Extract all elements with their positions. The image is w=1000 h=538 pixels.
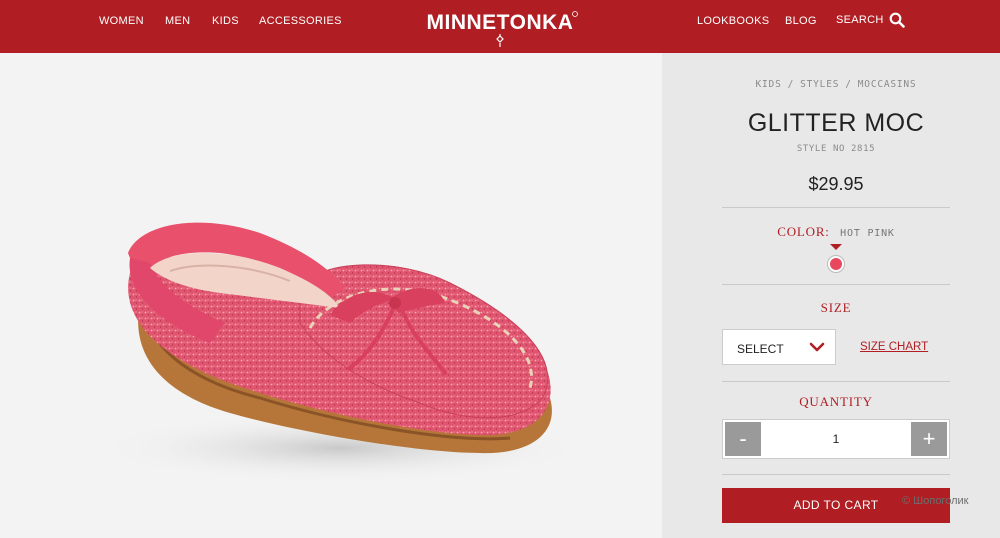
search-label: SEARCH <box>836 14 884 26</box>
breadcrumb-kids[interactable]: KIDS <box>756 79 782 90</box>
nav-lookbooks[interactable]: LOOKBOOKS <box>697 15 769 27</box>
swatch-fill <box>830 258 842 270</box>
size-select[interactable]: SELECT <box>722 329 836 365</box>
quantity-stepper: - 1 + <box>722 419 950 459</box>
size-label: SIZE <box>820 300 852 315</box>
quantity-value[interactable]: 1 <box>763 432 909 446</box>
minnetonka-logo[interactable]: MINNETONKA <box>420 8 580 50</box>
selected-color-caret-icon <box>830 244 842 250</box>
svg-text:MINNETONKA: MINNETONKA <box>427 11 574 34</box>
product-image <box>0 53 662 538</box>
product-details-panel: KIDS / STYLES / MOCCASINS GLITTER MOC STYLE … <box>662 53 1000 538</box>
breadcrumb-styles[interactable]: STYLES <box>800 79 839 90</box>
product-title: GLITTER MOC <box>747 109 925 137</box>
color-row: COLOR: HOT PINK <box>662 223 1000 241</box>
search-button[interactable]: SEARCH <box>836 12 905 28</box>
watermark: © Шопоголик <box>902 495 969 507</box>
divider <box>722 474 950 475</box>
divider <box>722 284 950 285</box>
logo-mark: MINNETONKA <box>427 11 578 47</box>
color-swatch-hot-pink[interactable] <box>827 255 845 273</box>
color-label: COLOR: <box>777 224 830 239</box>
breadcrumb: KIDS / STYLES / MOCCASINS <box>662 79 1000 90</box>
quantity-label: QUANTITY <box>799 394 873 409</box>
divider <box>722 207 950 208</box>
divider <box>722 381 950 382</box>
breadcrumb-moccasins[interactable]: MOCCASINS <box>858 79 917 90</box>
color-value: HOT PINK <box>840 228 895 239</box>
moccasin-illustration <box>90 222 590 483</box>
nav-accessories[interactable]: ACCESSORIES <box>259 15 342 27</box>
nav-blog[interactable]: BLOG <box>785 15 817 27</box>
breadcrumb-separator: / <box>787 79 795 90</box>
breadcrumb-separator: / <box>845 79 852 90</box>
search-icon <box>889 12 905 28</box>
nav-kids[interactable]: KIDS <box>212 15 239 27</box>
chevron-down-icon <box>809 342 825 352</box>
top-navigation-bar: WOMEN MEN KIDS ACCESSORIES MINNETONKA LO… <box>0 0 1000 53</box>
size-chart-link[interactable]: SIZE CHART <box>860 341 928 353</box>
nav-women[interactable]: WOMEN <box>99 15 144 27</box>
quantity-increment-button[interactable]: + <box>911 422 947 456</box>
size-select-value: SELECT <box>737 342 784 356</box>
style-number: STYLE NO 2815 <box>796 144 876 154</box>
product-price: $29.95 <box>808 174 864 194</box>
nav-men[interactable]: MEN <box>165 15 190 27</box>
quantity-decrement-button[interactable]: - <box>725 422 761 456</box>
